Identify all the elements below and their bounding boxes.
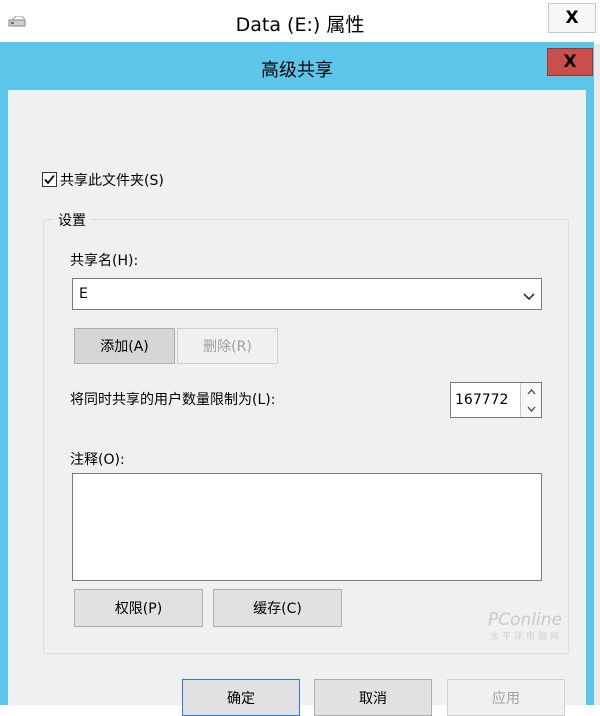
apply-button[interactable]: 应用 [447, 679, 565, 716]
share-folder-label[interactable]: 共享此文件夹(S) [60, 170, 164, 190]
share-name-value: E [79, 286, 88, 302]
checkmark-icon [44, 174, 55, 185]
close-icon: X [565, 8, 579, 28]
share-name-label: 共享名(H): [70, 253, 139, 269]
outer-window-title: Data (E:) 属性 [235, 14, 365, 36]
chevron-up-icon[interactable] [521, 383, 541, 401]
dialog-title: 高级共享 [261, 60, 333, 81]
advanced-sharing-dialog: 高级共享 X 共享此文件夹(S) 设置 共享名(H): E 添加(A) 删除(R… [0, 42, 594, 716]
user-limit-label: 将同时共享的用户数量限制为(L): [70, 392, 276, 408]
chevron-down-icon[interactable] [523, 289, 535, 305]
user-limit-spinner[interactable]: 167772 [450, 382, 542, 418]
close-icon: X [563, 52, 577, 72]
share-name-combobox[interactable]: E [72, 278, 542, 310]
settings-group-legend: 设置 [54, 210, 90, 230]
cancel-button[interactable]: 取消 [314, 679, 432, 716]
share-folder-checkbox[interactable] [42, 172, 57, 187]
dialog-close-button[interactable]: X [547, 48, 593, 76]
outer-window-edge [594, 44, 600, 705]
outer-window-titlebar: Data (E:) 属性 X [0, 0, 600, 45]
comments-textarea[interactable] [72, 473, 542, 581]
outer-close-button[interactable]: X [548, 3, 596, 33]
add-button[interactable]: 添加(A) [74, 328, 175, 364]
watermark-logo: PConline [488, 610, 562, 630]
comments-label: 注释(O): [70, 452, 125, 468]
watermark-subtitle: 太平洋电脑网 [490, 632, 563, 642]
caching-button[interactable]: 缓存(C) [213, 589, 342, 627]
user-limit-value[interactable]: 167772 [455, 392, 508, 408]
remove-button[interactable]: 删除(R) [177, 328, 278, 364]
ok-button[interactable]: 确定 [182, 679, 300, 716]
permissions-button[interactable]: 权限(P) [74, 589, 203, 627]
spinner-buttons [520, 383, 541, 417]
chevron-down-icon[interactable] [521, 400, 541, 417]
